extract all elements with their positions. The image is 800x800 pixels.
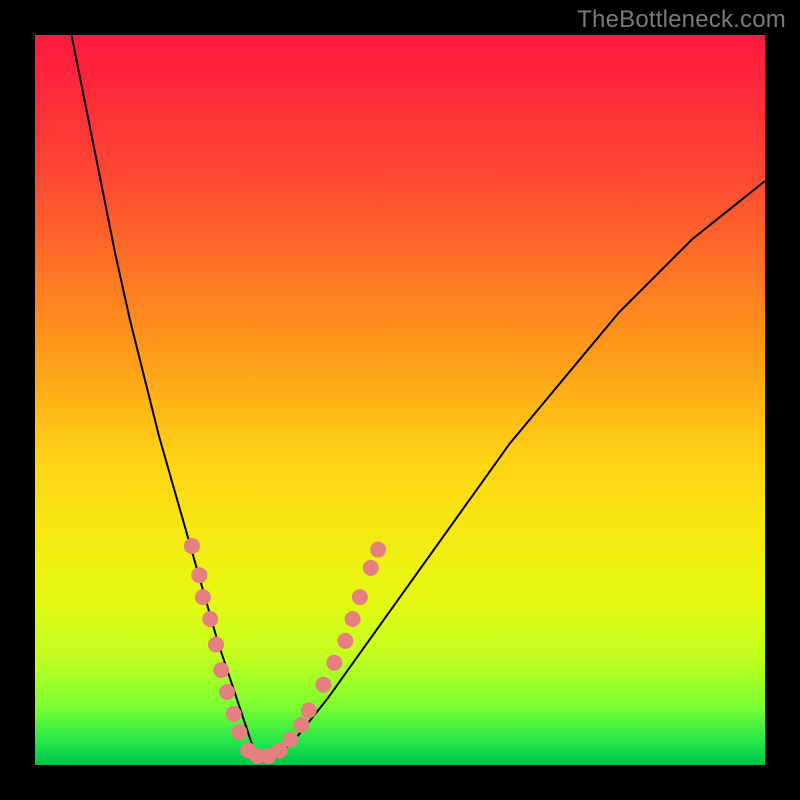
data-point [219,684,235,700]
bottleneck-curve [72,35,766,758]
watermark-text: TheBottleneck.com [577,6,786,34]
data-point [226,706,242,722]
data-point [363,560,379,576]
data-point [195,589,211,605]
data-point [301,702,317,718]
data-point [202,611,218,627]
data-point [283,732,299,748]
data-point [184,538,200,554]
data-point [213,662,229,678]
data-point [231,724,247,740]
data-point [315,677,331,693]
plot-area [35,35,765,765]
data-point [337,633,353,649]
data-point [208,637,224,653]
chart-frame: TheBottleneck.com [0,0,800,800]
data-point [326,655,342,671]
data-point [191,567,207,583]
curve-markers [184,538,386,764]
data-point [345,611,361,627]
data-point [370,542,386,558]
data-point [293,717,309,733]
data-point [352,589,368,605]
chart-svg [35,35,765,765]
